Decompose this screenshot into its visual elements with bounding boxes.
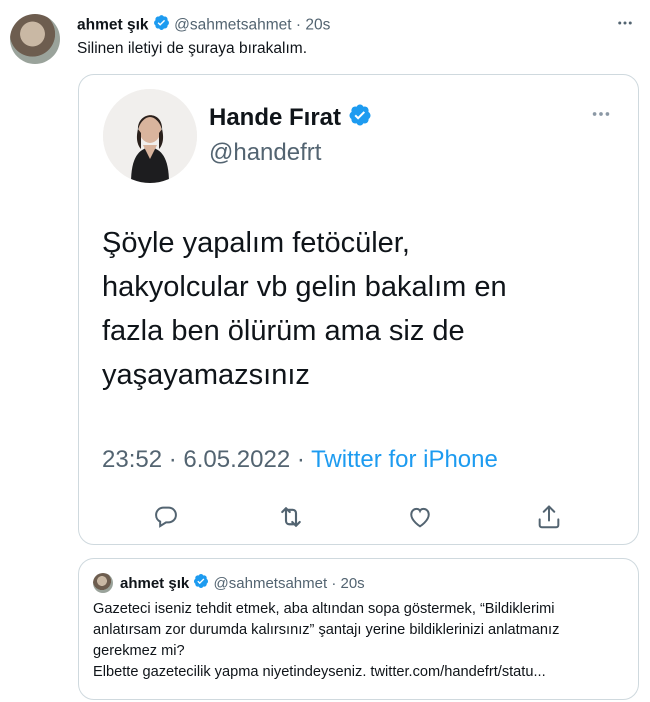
quoted-author-name: ahmet şık [120,574,190,592]
embedded-separator: · [168,446,177,473]
quoted-separator: · [331,574,337,592]
embedded-text-line: Şöyle yapalım fetöcüler, [102,227,410,259]
embedded-text-line: hakyolcular vb gelin bakalım en [102,271,507,303]
embedded-tweet-meta: 23:52 · 6.05.2022 · Twitter for iPhone [102,446,498,474]
reply-icon [149,500,183,534]
like-icon [403,500,437,534]
more-dots-icon[interactable] [616,14,634,34]
embedded-author-name-row: Hande Fırat [209,103,372,134]
verified-badge-icon [348,103,372,134]
outer-timestamp[interactable]: 20s [305,17,330,34]
embedded-time: 23:52 [102,446,163,473]
outer-separator: · [295,16,302,34]
outer-author-handle[interactable]: @sahmetsahmet [174,17,291,34]
quoted-tweet[interactable]: ahmet şık @sahmetsahmet · 20s Gazeteci i… [78,558,639,700]
embedded-text-line: fazla ben ölürüm ama siz de [102,315,465,347]
outer-tweet-text: Silinen iletiyi de şuraya bırakalım. [77,40,308,57]
embedded-text-line: yaşayamazsınız [102,359,310,391]
verified-badge-icon [153,14,170,37]
quoted-text-line: Gazeteci iseniz tehdit etmek, aba altınd… [93,601,555,617]
quoted-author-avatar [93,573,113,593]
more-dots-icon [590,103,612,131]
outer-author-avatar[interactable] [10,14,60,64]
outer-author-name[interactable]: ahmet şık [77,17,149,34]
quoted-text-line: Elbette gazetecilik yapma niyetindeyseni… [93,664,546,680]
embedded-source-separator: · [296,446,305,473]
quoted-text-line: anlatırsam zor durumda kalırsınız” şanta… [93,622,560,638]
embedded-author-handle: @handefrt [209,139,322,166]
quoted-tweet-header: ahmet şık @sahmetsahmet · 20s [120,573,365,595]
embedded-source: Twitter for iPhone [311,446,498,473]
quoted-timestamp: 20s [340,574,365,592]
outer-tweet-header: ahmet şık @sahmetsahmet · 20s [77,14,330,37]
embedded-action-bar [79,500,638,538]
embedded-date: 6.05.2022 [183,446,291,473]
quoted-text-line: gerekmez mi? [93,643,185,659]
embedded-tweet-text: Şöyle yapalım fetöcüler, hakyolcular vb … [102,221,622,397]
embedded-tweet-image[interactable]: Hande Fırat @handefrt Şöyle yapalım fetö… [78,74,639,545]
embedded-author-avatar [103,89,197,183]
retweet-icon [274,500,308,534]
share-icon [532,500,566,534]
quoted-author-handle: @sahmetsahmet [213,574,328,592]
embedded-author-name: Hande Fırat [209,103,342,131]
verified-badge-icon [193,573,209,595]
quoted-tweet-text: Gazeteci iseniz tehdit etmek, aba altınd… [93,599,633,683]
